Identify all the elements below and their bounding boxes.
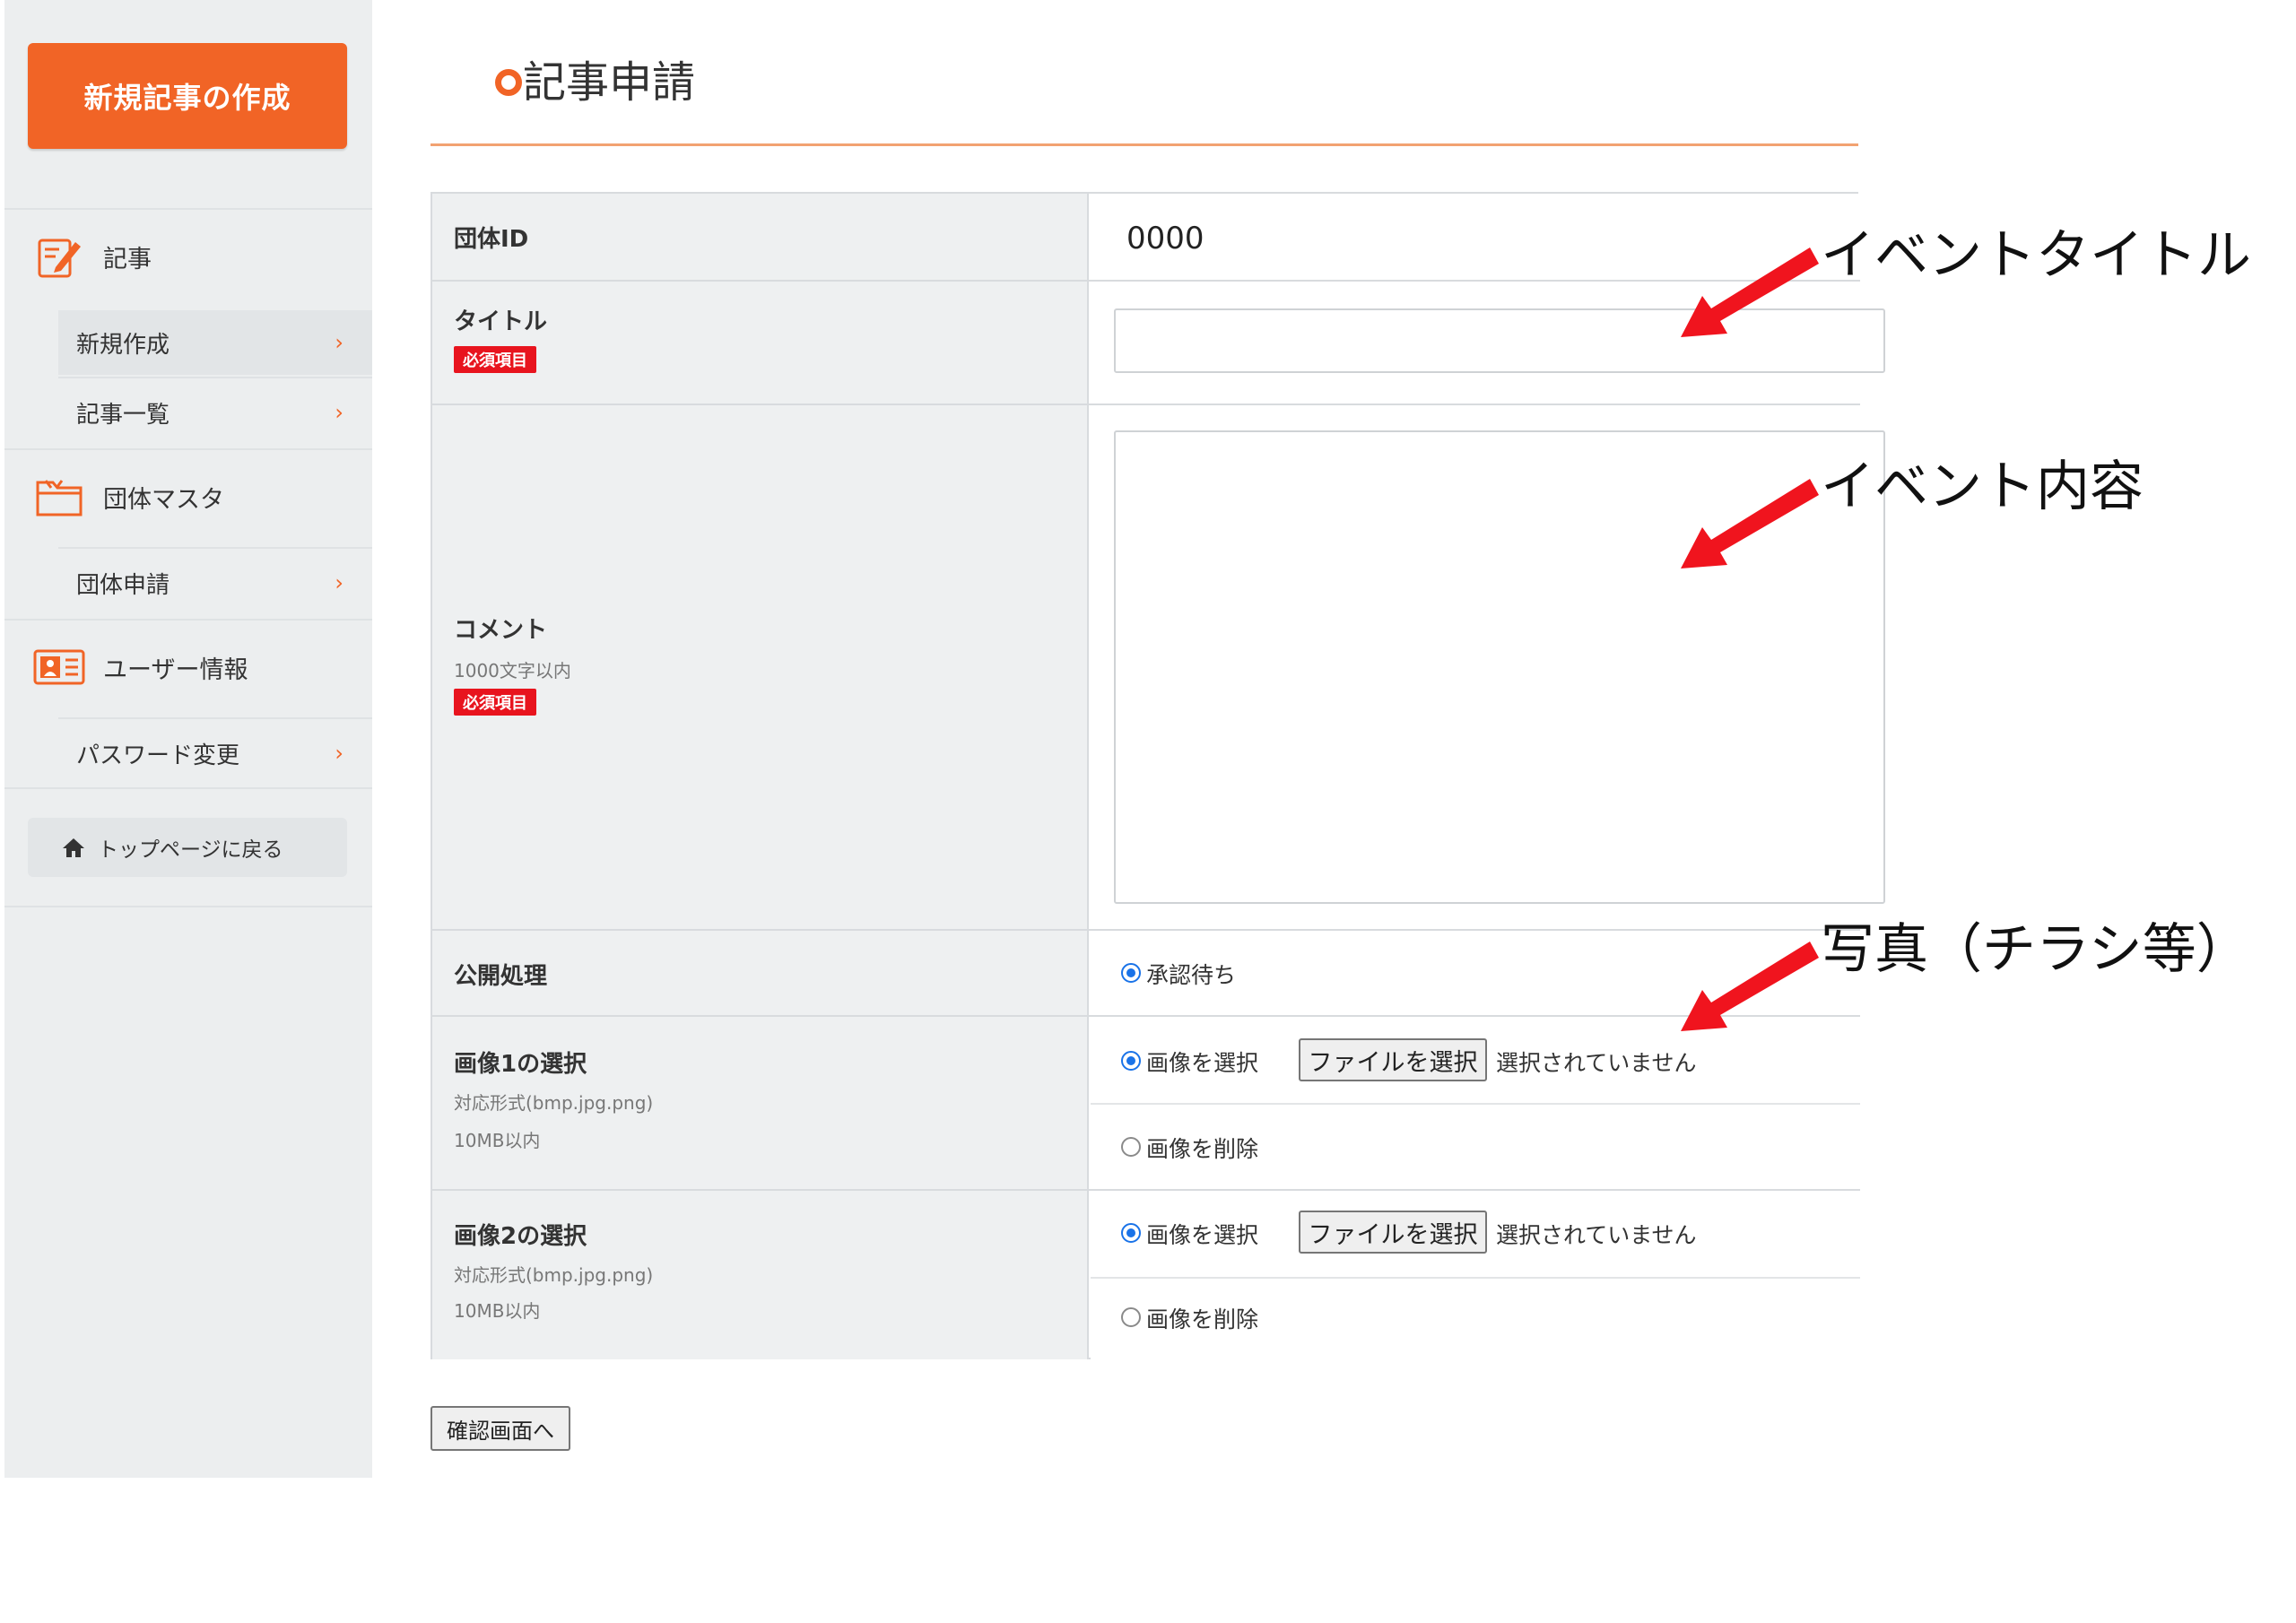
edit-document-icon xyxy=(31,229,87,284)
sidebar-divider xyxy=(4,787,372,789)
image2-select-label: 画像を選択 xyxy=(1146,1222,1259,1248)
chevron-right-icon: › xyxy=(335,400,344,425)
image1-select-label: 画像を選択 xyxy=(1146,1050,1259,1076)
image2-delete-label: 画像を削除 xyxy=(1146,1306,1259,1332)
sidebar-divider xyxy=(4,906,372,907)
image2-label: 画像2の選択 xyxy=(454,1223,587,1250)
title-divider xyxy=(430,143,1858,146)
cell-value: 画像を選択 ファイルを選択 選択されていません 画像を削除 xyxy=(1091,1191,1860,1359)
sidebar-section-label: 記事 xyxy=(103,245,152,273)
cell-label: 画像2の選択 対応形式(bmp.jpg.png) 10MB以内 xyxy=(432,1191,1089,1359)
sidebar-divider xyxy=(4,619,372,621)
chevron-right-icon: › xyxy=(335,330,344,355)
image2-file-button[interactable]: ファイルを選択 xyxy=(1299,1211,1487,1254)
home-icon xyxy=(62,837,85,862)
group-id-value: 0000 xyxy=(1126,221,1205,256)
image2-delete-radio[interactable] xyxy=(1121,1307,1141,1327)
row-image2: 画像2の選択 対応形式(bmp.jpg.png) 10MB以内 画像を選択 ファ… xyxy=(432,1191,1860,1359)
required-badge: 必須項目 xyxy=(454,689,536,716)
sidebar-divider xyxy=(4,448,372,450)
option-divider xyxy=(1091,1103,1860,1105)
sidebar-section-label: ユーザー情報 xyxy=(103,655,248,684)
sidebar-item-group-apply[interactable]: 団体申請 › xyxy=(58,551,372,615)
sidebar-section-user: ユーザー情報 xyxy=(4,622,372,712)
sidebar-item-label: 団体申請 xyxy=(76,571,170,599)
sidebar-divider xyxy=(58,547,372,549)
image1-select-radio[interactable] xyxy=(1121,1051,1141,1071)
image1-file-button[interactable]: ファイルを選択 xyxy=(1299,1038,1487,1081)
sidebar-section-articles: 記事 xyxy=(4,212,372,301)
title-bullet-icon xyxy=(495,69,522,96)
sidebar-item-label: パスワード変更 xyxy=(76,742,240,769)
back-to-top-button[interactable]: トップページに戻る xyxy=(28,818,347,877)
image1-formats: 対応形式(bmp.jpg.png) xyxy=(454,1092,654,1114)
image2-select-radio[interactable] xyxy=(1121,1223,1141,1243)
sidebar-item-label: 記事一覧 xyxy=(76,401,170,429)
sidebar-section-groups: 団体マスタ xyxy=(4,452,372,542)
title-label: タイトル xyxy=(454,308,548,335)
cell-value: 画像を選択 ファイルを選択 選択されていません 画像を削除 xyxy=(1091,1017,1860,1189)
row-comment: コメント 1000文字以内 必須項目 xyxy=(432,405,1885,929)
annotation-photo: 写真（チラシ等） xyxy=(1821,918,2250,981)
row-title: タイトル 必須項目 xyxy=(432,282,1885,404)
required-badge: 必須項目 xyxy=(454,346,536,373)
arrow-icon xyxy=(1681,247,1819,337)
row-image1: 画像1の選択 対応形式(bmp.jpg.png) 10MB以内 画像を選択 ファ… xyxy=(432,1017,1860,1189)
image1-file-status: 選択されていません xyxy=(1496,1050,1697,1076)
sidebar-item-label: 新規作成 xyxy=(76,331,170,359)
article-form-table: 団体ID 0000 タイトル 必須項目 コメント 1000文字以内 必須項目 公… xyxy=(430,192,1885,1359)
sidebar-divider xyxy=(58,717,372,719)
chevron-right-icon: › xyxy=(335,570,344,595)
image2-size-limit: 10MB以内 xyxy=(454,1300,541,1322)
sidebar-item-password[interactable]: パスワード変更 › xyxy=(58,721,372,785)
sidebar-item-new[interactable]: 新規作成 › xyxy=(58,310,372,375)
chevron-right-icon: › xyxy=(335,741,344,766)
group-id-label: 団体ID xyxy=(454,226,529,253)
image1-delete-radio[interactable] xyxy=(1121,1137,1141,1157)
publish-pending-label: 承認待ち xyxy=(1146,962,1237,988)
sidebar-section-label: 団体マスタ xyxy=(103,485,224,514)
id-card-icon xyxy=(31,639,87,695)
folder-icon xyxy=(31,469,87,525)
publish-pending-radio[interactable] xyxy=(1121,963,1141,983)
cell-label: 画像1の選択 対応形式(bmp.jpg.png) 10MB以内 xyxy=(432,1017,1089,1189)
back-to-top-label: トップページに戻る xyxy=(98,838,283,862)
sidebar: 新規記事の作成 記事 新規作成 › 記事一覧 › 団体マスタ 団体申請 › ユー… xyxy=(4,0,372,1478)
option-divider xyxy=(1091,1277,1860,1279)
cell-label: 団体ID xyxy=(432,194,1089,280)
arrow-icon xyxy=(1681,479,1819,568)
new-post-button[interactable]: 新規記事の作成 xyxy=(28,43,347,149)
arrow-icon xyxy=(1681,942,1819,1031)
image1-delete-label: 画像を削除 xyxy=(1146,1136,1259,1162)
sidebar-divider xyxy=(58,377,372,378)
comment-label: コメント xyxy=(454,617,548,644)
image1-size-limit: 10MB以内 xyxy=(454,1130,541,1151)
image1-label: 画像1の選択 xyxy=(454,1051,587,1078)
row-publish: 公開処理 承認待ち xyxy=(432,931,1860,1015)
publish-label: 公開処理 xyxy=(454,963,548,990)
sidebar-divider xyxy=(4,208,372,210)
cell-label: コメント 1000文字以内 必須項目 xyxy=(432,405,1089,929)
comment-hint: 1000文字以内 xyxy=(454,660,571,681)
cell-label: 公開処理 xyxy=(432,931,1089,1015)
annotation-event-title: イベントタイトル xyxy=(1821,224,2251,287)
row-group-id: 団体ID 0000 xyxy=(432,194,1860,280)
sidebar-item-article-list[interactable]: 記事一覧 › xyxy=(58,380,372,445)
annotation-event-content: イベント内容 xyxy=(1821,456,2144,518)
cell-label: タイトル 必須項目 xyxy=(432,282,1089,404)
image2-file-status: 選択されていません xyxy=(1496,1222,1697,1248)
confirm-button[interactable]: 確認画面へ xyxy=(430,1406,570,1451)
page-title: 記事申請 xyxy=(523,57,696,108)
image2-formats: 対応形式(bmp.jpg.png) xyxy=(454,1264,654,1286)
